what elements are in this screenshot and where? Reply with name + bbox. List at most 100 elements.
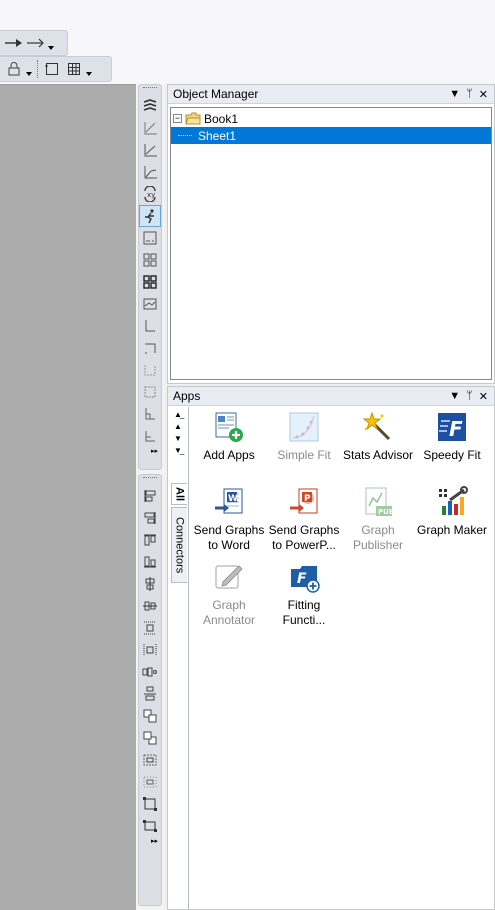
- align-bottom-button[interactable]: [139, 551, 161, 573]
- layer-management-button[interactable]: [139, 293, 161, 315]
- distribute-vertical-button[interactable]: [139, 617, 161, 639]
- graph-publisher-icon: PUB: [365, 487, 394, 516]
- distribute-icon: [143, 644, 157, 656]
- panel-menu-icon[interactable]: ▼: [449, 88, 460, 101]
- app-fitting-functions[interactable]: F Fitting Functi...: [266, 561, 342, 628]
- add-right-y-axis-button[interactable]: [139, 139, 161, 161]
- app-graph-annotator[interactable]: Graph Annotator: [191, 561, 267, 628]
- lock-dropdown[interactable]: [26, 59, 33, 79]
- workspace-area[interactable]: [0, 84, 136, 910]
- object-toolbar-options[interactable]: [86, 59, 93, 79]
- same-width-button[interactable]: [139, 815, 161, 837]
- app-label: Send Graphs to PowerP...: [268, 523, 340, 552]
- tab-all[interactable]: All: [171, 483, 187, 505]
- right-axis-button[interactable]: [139, 359, 161, 381]
- ungroup-button[interactable]: [139, 771, 161, 793]
- apps-grid: Add Apps Simple Fit Stats Advisor F Spee…: [188, 407, 494, 909]
- group-icon: [143, 754, 157, 766]
- distribute-icon: [144, 621, 156, 635]
- svg-text:F: F: [449, 417, 463, 441]
- panel-menu-icon[interactable]: ▼: [449, 390, 460, 403]
- send-to-back-button[interactable]: [139, 727, 161, 749]
- apps-titlebar: Apps ▼ ᛘ ✕: [168, 387, 494, 406]
- line-arrow-button[interactable]: [4, 33, 24, 53]
- bring-to-front-button[interactable]: [139, 705, 161, 727]
- same-width-icon: [143, 820, 157, 832]
- layer-icon: [143, 298, 157, 310]
- object-tree: − Book1 Sheet1: [170, 107, 492, 380]
- spacing-icon: [144, 686, 156, 701]
- close-icon[interactable]: ✕: [479, 390, 488, 403]
- arrow-toolbar: [0, 30, 68, 56]
- toolbar-overflow-chevron[interactable]: ▸▸: [139, 447, 161, 457]
- bring-front-icon: [143, 709, 157, 723]
- app-graph-maker[interactable]: Graph Maker: [414, 486, 490, 538]
- space-horizontal-button[interactable]: [139, 661, 161, 683]
- scroll-top-icon[interactable]: ▲̲: [174, 411, 182, 419]
- scroll-up-icon[interactable]: ▲: [174, 423, 182, 431]
- align-left-button[interactable]: [139, 485, 161, 507]
- app-stats-advisor[interactable]: Stats Advisor: [340, 411, 416, 463]
- align-top-button[interactable]: [139, 529, 161, 551]
- pin-icon[interactable]: ᛘ: [466, 390, 473, 403]
- axis-icon: [144, 386, 156, 398]
- app-label: Speedy Fit: [423, 448, 481, 462]
- arrow-toolbar-options[interactable]: [48, 33, 55, 53]
- speedy-fit-icon: F: [438, 413, 466, 441]
- distribute-horizontal-button[interactable]: [139, 639, 161, 661]
- collapse-icon[interactable]: −: [173, 114, 182, 123]
- simple-fit-icon: [289, 412, 319, 442]
- tree-node-book[interactable]: − Book1: [173, 110, 238, 127]
- svg-text:W: W: [228, 494, 238, 504]
- speed-mode-button[interactable]: [139, 205, 161, 227]
- axis-icon: [145, 408, 155, 420]
- spacing-icon: [142, 667, 157, 677]
- align-left-icon: [144, 490, 156, 502]
- toolbar-separator: [37, 60, 38, 78]
- extract-graphs-button[interactable]: [139, 271, 161, 293]
- add-axes-button[interactable]: [139, 161, 161, 183]
- group-button[interactable]: [139, 749, 161, 771]
- object-manager-panel: Object Manager ▼ ᛘ ✕ − Book1 Sheet1: [167, 84, 495, 384]
- apps-panel: Apps ▼ ᛘ ✕ ▲̲ ▲ ▼ ▼̲ All Connectors Add …: [167, 386, 495, 910]
- exchange-axes-button[interactable]: xy: [139, 183, 161, 205]
- app-label: Graph Publisher: [352, 523, 404, 552]
- app-simple-fit[interactable]: Simple Fit: [266, 411, 342, 463]
- scroll-bottom-icon[interactable]: ▼̲: [174, 447, 182, 455]
- space-vertical-button[interactable]: [139, 683, 161, 705]
- lock-button[interactable]: [4, 59, 24, 79]
- open-arrow-button[interactable]: [26, 33, 46, 53]
- app-graph-publisher[interactable]: PUB Graph Publisher: [340, 486, 416, 553]
- pin-icon[interactable]: ᛘ: [466, 88, 473, 101]
- toolbar-grip[interactable]: [143, 87, 157, 93]
- app-send-graphs-to-powerpoint[interactable]: P Send Graphs to PowerP...: [266, 486, 342, 553]
- merge-graphs-button[interactable]: [139, 249, 161, 271]
- rescale-button[interactable]: [139, 227, 161, 249]
- same-size-button[interactable]: [139, 793, 161, 815]
- frame-button[interactable]: [42, 59, 62, 79]
- close-icon[interactable]: ✕: [479, 88, 488, 101]
- box-axis-button[interactable]: [139, 381, 161, 403]
- app-add-apps[interactable]: Add Apps: [191, 411, 267, 463]
- apps-gallery: ▲̲ ▲ ▼ ▼̲ All Connectors Add Apps Simple…: [168, 407, 494, 909]
- align-right-button[interactable]: [139, 507, 161, 529]
- left-axis-button[interactable]: [139, 315, 161, 337]
- tab-connectors[interactable]: Connectors: [171, 507, 187, 583]
- layer-stack-button[interactable]: [139, 95, 161, 117]
- align-horizontal-center-button[interactable]: [139, 595, 161, 617]
- scroll-down-icon[interactable]: ▼: [174, 435, 182, 443]
- align-vertical-center-button[interactable]: [139, 573, 161, 595]
- corner-axis-button[interactable]: [139, 425, 161, 447]
- app-speedy-fit[interactable]: F Speedy Fit: [414, 411, 490, 463]
- step-axis-button[interactable]: [139, 403, 161, 425]
- magic-wand-icon: [362, 411, 391, 441]
- app-send-graphs-to-word[interactable]: W Send Graphs to Word: [191, 486, 267, 553]
- top-axis-button[interactable]: [139, 337, 161, 359]
- add-top-x-axis-button[interactable]: [139, 117, 161, 139]
- toolbar-grip[interactable]: [143, 477, 157, 483]
- tree-node-sheet[interactable]: Sheet1: [171, 127, 491, 144]
- apps-title: Apps: [173, 389, 201, 403]
- align-right-icon: [144, 512, 156, 524]
- grid-button[interactable]: [64, 59, 84, 79]
- toolbar-overflow-chevron[interactable]: ▸▸: [139, 837, 161, 847]
